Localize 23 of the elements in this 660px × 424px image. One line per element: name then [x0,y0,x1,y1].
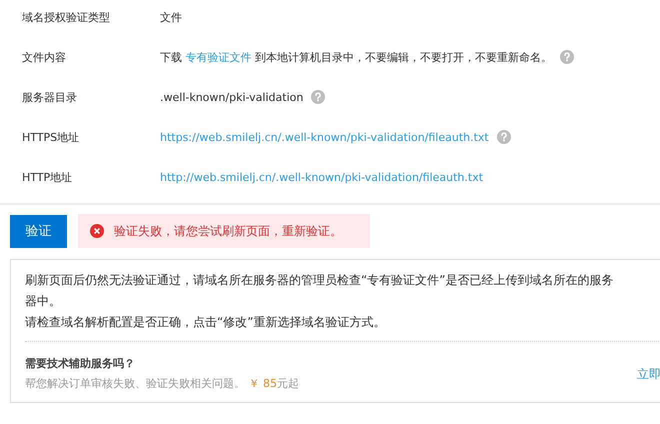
verify-button[interactable]: 验证 [10,214,67,248]
field-label: 服务器目录 [21,90,78,104]
field-value: .well-known/pki-validation [160,90,304,104]
field-value: 文件 [160,10,182,24]
notice-text: 请检查域名解析配置是否正确，点击“修改”重新选择域名验证方式。 [25,314,386,331]
url-link[interactable]: http://web.smilelj.cn/.well-known/pki-validation/fileauth.txt [160,170,484,184]
help-icon[interactable] [560,50,574,64]
field-label: 域名授权验证类型 [21,10,111,24]
service-title: 需要技术辅助服务吗？ [25,356,136,372]
field-label: HTTPS地址 [21,130,80,144]
field-label: 文件内容 [21,50,67,64]
field-value: 下载 专有验证文件 到本地计算机目录中，不要编辑，不要打开，不要重新命名。 [160,50,552,64]
help-icon[interactable] [311,90,326,104]
field-label: HTTP地址 [21,170,74,184]
download-link[interactable]: 专有验证文件 [186,50,252,64]
price: ￥ 85 [248,377,277,390]
error-icon [90,224,104,238]
help-icon[interactable] [496,130,511,144]
consult-link[interactable]: 立即 [637,366,660,382]
error-message: 验证失败，请您尝试刷新页面，重新验证。 [114,222,342,240]
notice-text: 刷新页面后仍然无法验证通过，请域名所在服务器的管理员检查“专有验证文件”是否已经上传到域名所在的服务器中。 [25,272,614,310]
url-link[interactable]: https://web.smilelj.cn/.well-known/pki-validation/fileauth.txt [160,130,489,144]
service-description: 帮您解决订单审核失败、验证失败相关问题。 ￥ 85元起 [25,376,299,392]
